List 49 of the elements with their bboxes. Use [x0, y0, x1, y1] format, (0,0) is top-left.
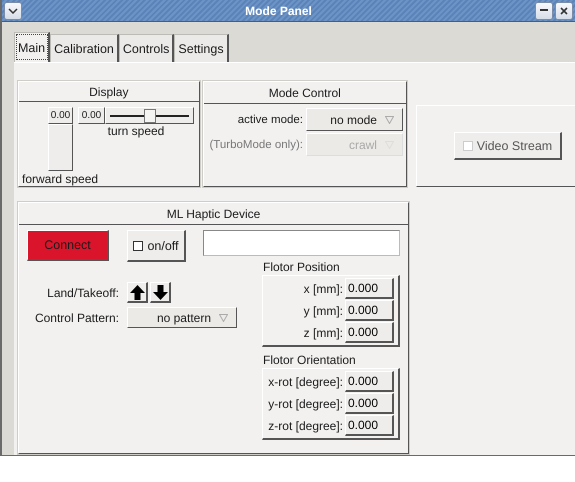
- slider-thumb[interactable]: [144, 109, 156, 123]
- coordinate-label: x [mm]:: [304, 282, 343, 296]
- arrow-down-icon: [152, 284, 168, 300]
- group-title: Flotor Position: [263, 260, 341, 274]
- coordinate-value[interactable]: 0.000: [345, 300, 394, 321]
- field-label: active mode:: [238, 114, 303, 126]
- field-label: Land/Takeoff:: [46, 286, 119, 300]
- slider-reading: 0.00: [48, 107, 73, 124]
- tab[interactable]: Settings: [174, 34, 229, 62]
- minimize-button[interactable]: [535, 2, 553, 20]
- dropdown-arrow-icon: [219, 314, 228, 322]
- tab[interactable]: Calibration: [50, 34, 119, 62]
- field-label: (TurboMode only):: [209, 138, 303, 150]
- panel-header: Mode Control: [204, 82, 406, 104]
- close-icon: [560, 6, 568, 14]
- field-label: Control Pattern:: [34, 310, 119, 324]
- coordinate-value[interactable]: 0.000: [345, 415, 394, 436]
- coordinate-label: x-rot [degree]:: [268, 374, 343, 388]
- coordinate-label: y-rot [degree]:: [268, 396, 343, 410]
- on-off-toggle[interactable]: on/off: [127, 230, 186, 262]
- text-field[interactable]: [203, 230, 400, 256]
- takeoff-button[interactable]: [127, 282, 148, 303]
- pattern-dropdown[interactable]: no pattern: [127, 307, 237, 328]
- coordinate-value[interactable]: 0.000: [345, 371, 394, 392]
- mode-dropdown[interactable]: no mode: [306, 108, 403, 131]
- coordinate-label: y [mm]:: [304, 304, 343, 318]
- tab[interactable]: Controls: [118, 34, 174, 62]
- horizontal-slider[interactable]: [105, 107, 194, 124]
- coordinate-value[interactable]: 0.000: [345, 393, 394, 414]
- window-menu-button[interactable]: [4, 2, 22, 20]
- window-title: Mode Panel: [244, 4, 313, 18]
- vertical-slider[interactable]: [48, 124, 73, 171]
- panel-header: Display: [19, 82, 199, 102]
- close-button[interactable]: [555, 2, 573, 20]
- coordinate-label: z-rot [degree]:: [268, 418, 343, 432]
- slider-label: turn speed: [108, 124, 164, 138]
- dropdown-arrow-icon: [384, 116, 394, 124]
- slider-label: forward speed: [22, 172, 100, 186]
- arrow-up-icon: [130, 284, 144, 300]
- slider-reading: 0.00: [78, 107, 105, 124]
- coordinate-value[interactable]: 0.000: [345, 322, 394, 343]
- land-button[interactable]: [150, 282, 171, 303]
- group-title: Flotor Orientation: [263, 353, 357, 367]
- tab[interactable]: Main: [14, 32, 50, 62]
- minimize-icon: [540, 9, 548, 12]
- coordinate-label: z [mm]:: [304, 326, 343, 340]
- panel-header: ML Haptic Device: [19, 203, 408, 225]
- coordinate-value[interactable]: 0.000: [345, 278, 394, 299]
- chevron-down-icon: [8, 8, 18, 14]
